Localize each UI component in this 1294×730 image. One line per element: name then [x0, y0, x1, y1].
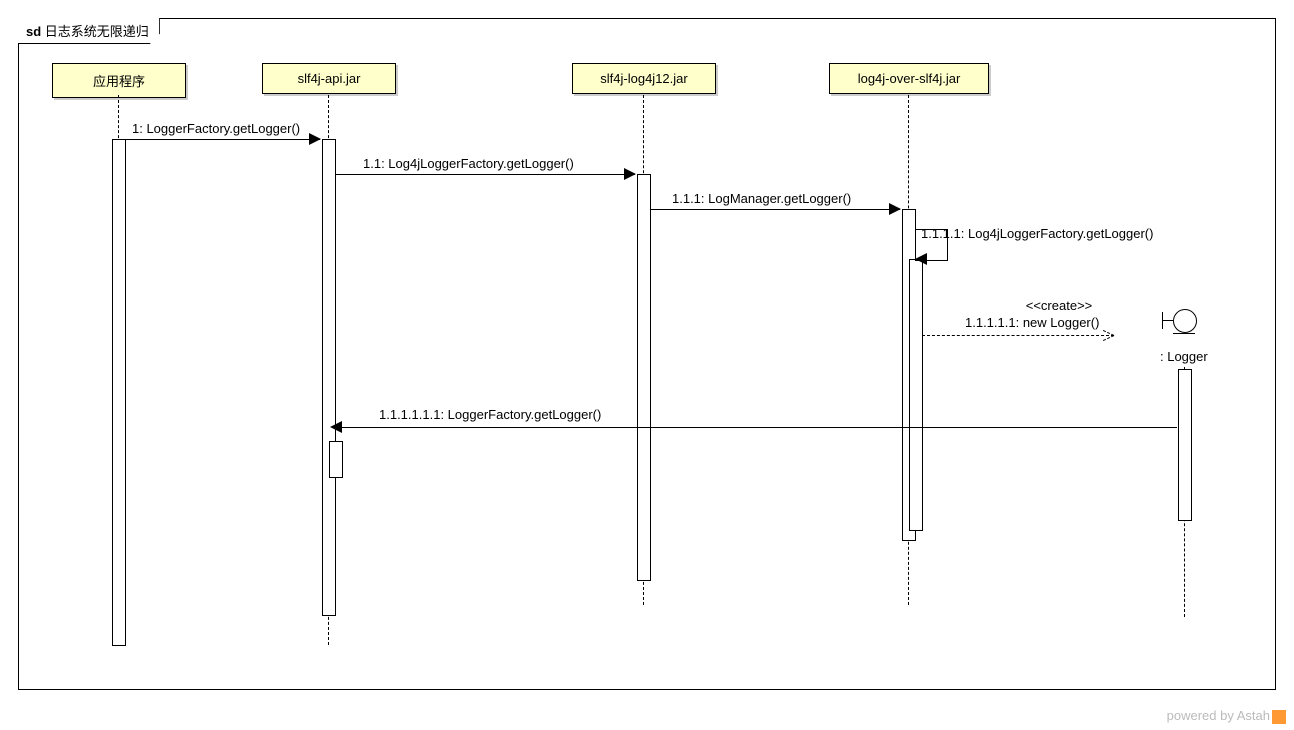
participant-slf4j-api: slf4j-api.jar: [262, 63, 396, 94]
create-stereotype: <<create>>: [1019, 298, 1099, 313]
self-call-arrow-1111: [915, 253, 927, 265]
diagram-title-tab: sd 日志系统无限递归: [18, 18, 160, 44]
watermark: powered by Astah: [1167, 708, 1286, 724]
watermark-text: powered by Astah: [1167, 708, 1270, 723]
message-arrow-1: [125, 139, 320, 140]
message-arrow-111: [650, 209, 900, 210]
arrow-head-1: [309, 133, 321, 145]
logger-boundary-base: [1173, 333, 1195, 334]
activation-slf4j-api-nested: [329, 441, 343, 478]
message-arrow-111111: [342, 427, 1177, 428]
participant-app: 应用程序: [52, 63, 186, 98]
logger-label: : Logger: [1160, 349, 1208, 364]
activation-log4j-over-slf4j-nested: [909, 259, 923, 531]
activation-slf4j-api: [322, 139, 336, 616]
message-label-11: 1.1: Log4jLoggerFactory.getLogger(): [363, 156, 574, 171]
diagram-title: 日志系统无限递归: [45, 24, 149, 39]
arrow-head-11: [624, 168, 636, 180]
message-label-1: 1: LoggerFactory.getLogger(): [132, 121, 300, 136]
arrow-head-111: [889, 203, 901, 215]
message-arrow-11: [335, 174, 635, 175]
message-label-11111: 1.1.1.1.1: new Logger(): [965, 315, 1099, 330]
message-label-1111: 1.1.1.1: Log4jLoggerFactory.getLogger(): [921, 226, 1153, 241]
logger-boundary-head: [1173, 309, 1197, 333]
diagram-title-prefix: sd: [26, 24, 41, 39]
logger-boundary-stem: [1162, 312, 1163, 329]
message-label-111111: 1.1.1.1.1.1: LoggerFactory.getLogger(): [379, 407, 601, 422]
participant-slf4j-log4j12: slf4j-log4j12.jar: [572, 63, 716, 94]
activation-slf4j-log4j12: [637, 174, 651, 581]
activation-logger: [1178, 369, 1192, 521]
astah-icon: [1272, 710, 1286, 724]
participant-log4j-over-slf4j: log4j-over-slf4j.jar: [829, 63, 989, 94]
message-arrow-11111: [922, 335, 1114, 336]
sequence-diagram-frame: sd 日志系统无限递归 应用程序 slf4j-api.jar slf4j-log…: [18, 18, 1276, 690]
arrow-open-11111: [1102, 329, 1114, 341]
message-label-111: 1.1.1: LogManager.getLogger(): [672, 191, 851, 206]
activation-app: [112, 139, 126, 646]
arrow-head-111111: [330, 421, 342, 433]
logger-boundary-connector: [1162, 320, 1173, 321]
